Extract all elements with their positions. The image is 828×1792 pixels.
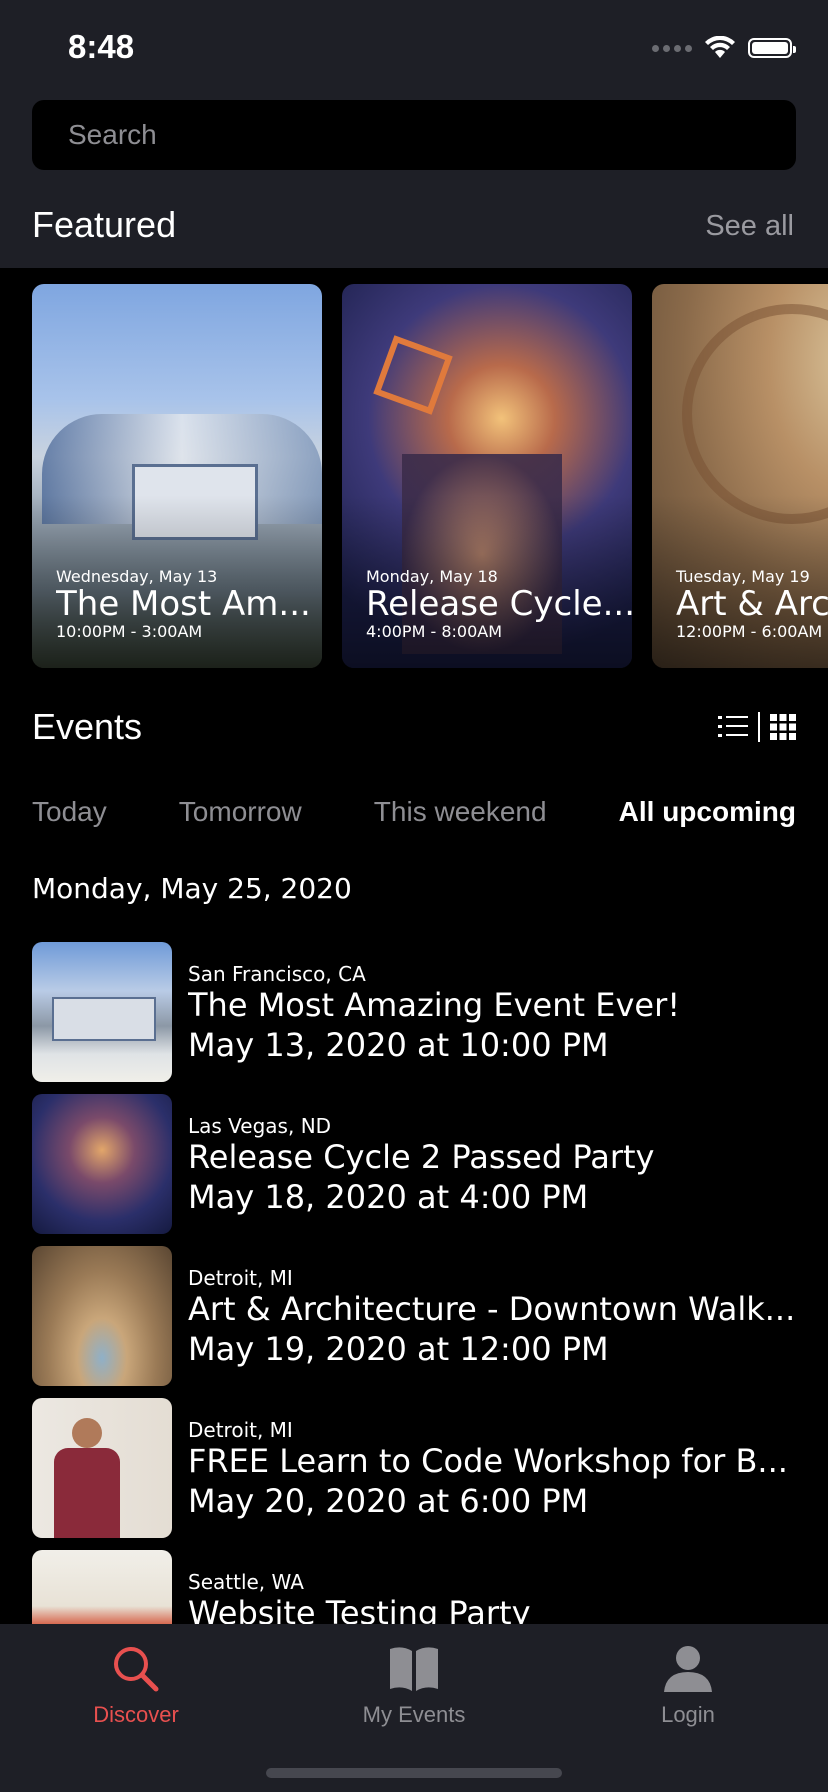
toggle-divider: [758, 712, 760, 742]
header: 8:48 Search Featured See all: [0, 0, 828, 268]
status-icons: [652, 36, 796, 60]
list-item[interactable]: Las Vegas, ND Release Cycle 2 Passed Par…: [32, 1094, 812, 1234]
event-location: Detroit, MI: [188, 1418, 293, 1442]
events-title: Events: [32, 706, 143, 747]
list-view-icon[interactable]: [718, 714, 748, 740]
featured-carousel[interactable]: Wednesday, May 13 The Most Am... 10:00PM…: [0, 284, 828, 668]
event-name: Art & Architecture - Downtown Walk...: [188, 1290, 796, 1328]
tab-tomorrow[interactable]: Tomorrow: [179, 796, 302, 828]
featured-title: Featured: [32, 204, 177, 245]
event-name: The Most Amazing Event Ever!: [188, 986, 681, 1024]
event-name: Release Cycle 2 Passed Party: [188, 1138, 655, 1176]
card-time: 10:00PM - 3:00AM: [56, 622, 203, 641]
tab-all-upcoming[interactable]: All upcoming: [619, 796, 796, 828]
tab-login-label: Login: [661, 1702, 715, 1727]
search-placeholder: Search: [68, 119, 157, 150]
user-icon: [664, 1646, 712, 1692]
card-time: 12:00PM - 6:00AM: [676, 622, 823, 641]
date-heading: Monday, May 25, 2020: [32, 872, 352, 905]
event-thumbnail: [32, 1398, 172, 1538]
tab-today[interactable]: Today: [32, 796, 107, 828]
view-toggle: [718, 712, 796, 742]
event-name: Website Testing Party: [188, 1594, 531, 1624]
tab-login[interactable]: Login: [588, 1638, 788, 1728]
home-indicator: [266, 1768, 562, 1778]
event-name: FREE Learn to Code Workshop for B...: [188, 1442, 788, 1480]
grid-view-icon[interactable]: [770, 714, 796, 740]
tab-discover-label: Discover: [93, 1702, 179, 1727]
book-icon: [390, 1647, 438, 1691]
event-datetime: May 19, 2020 at 12:00 PM: [188, 1330, 609, 1368]
wifi-icon: [705, 36, 735, 58]
featured-card[interactable]: Wednesday, May 13 The Most Am... 10:00PM…: [32, 284, 322, 668]
card-title: The Most Am...: [56, 584, 311, 624]
event-location: San Francisco, CA: [188, 962, 366, 986]
search-icon: [114, 1647, 159, 1692]
see-all-link[interactable]: See all: [705, 210, 794, 243]
signal-icon: [652, 44, 692, 52]
event-location: Seattle, WA: [188, 1570, 304, 1594]
event-list: San Francisco, CA The Most Amazing Event…: [0, 942, 828, 1624]
featured-card[interactable]: Tuesday, May 19 Art & Arch 12:00PM - 6:0…: [652, 284, 828, 668]
tab-my-events[interactable]: My Events: [314, 1638, 514, 1728]
event-filter-tabs: Today Tomorrow This weekend All upcoming: [32, 796, 796, 828]
tab-my-events-label: My Events: [362, 1702, 466, 1727]
event-thumbnail: [32, 1550, 172, 1624]
tab-discover[interactable]: Discover: [36, 1638, 236, 1728]
event-datetime: May 18, 2020 at 4:00 PM: [188, 1178, 589, 1216]
list-item[interactable]: Detroit, MI FREE Learn to Code Workshop …: [32, 1398, 812, 1538]
event-thumbnail: [32, 1246, 172, 1386]
event-thumbnail: [32, 1094, 172, 1234]
search-input[interactable]: Search: [32, 100, 796, 170]
battery-icon: [748, 38, 796, 58]
event-thumbnail: [32, 942, 172, 1082]
bottom-tab-bar: Discover My Events Login: [0, 1624, 828, 1792]
event-location: Las Vegas, ND: [188, 1114, 332, 1138]
card-time: 4:00PM - 8:00AM: [366, 622, 503, 641]
card-title: Release Cycle...: [366, 584, 632, 624]
event-datetime: May 13, 2020 at 10:00 PM: [188, 1026, 609, 1064]
list-item[interactable]: Seattle, WA Website Testing Party: [32, 1550, 812, 1624]
featured-card[interactable]: Monday, May 18 Release Cycle... 4:00PM -…: [342, 284, 632, 668]
status-time: 8:48: [68, 28, 135, 65]
event-datetime: May 20, 2020 at 6:00 PM: [188, 1482, 589, 1520]
list-item[interactable]: Detroit, MI Art & Architecture - Downtow…: [32, 1246, 812, 1386]
event-location: Detroit, MI: [188, 1266, 293, 1290]
card-title: Art & Arch: [676, 584, 828, 624]
tab-this-weekend[interactable]: This weekend: [374, 796, 547, 828]
list-item[interactable]: San Francisco, CA The Most Amazing Event…: [32, 942, 812, 1082]
